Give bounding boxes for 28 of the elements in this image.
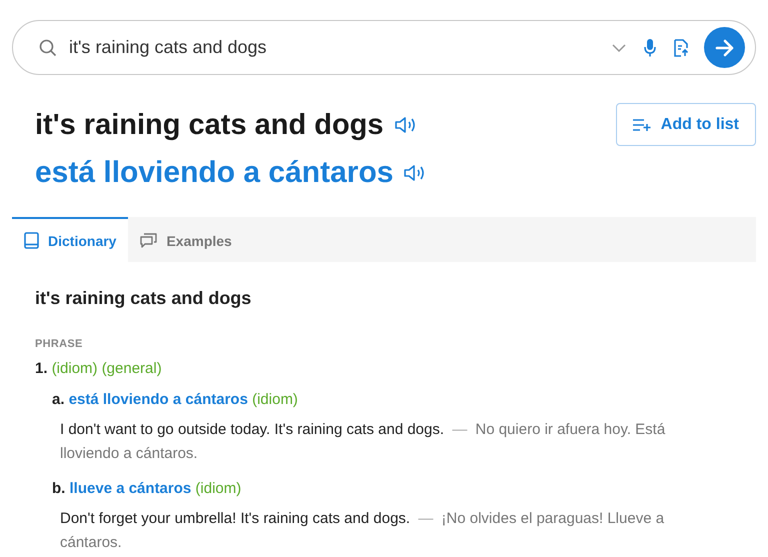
example-sentence: I don't want to go outside today. It's raining cats and dogs. — No quiero ir afuera hoy. Está lloviendo a cántaros. (60, 420, 666, 464)
submit-button[interactable] (704, 27, 745, 68)
translation-link[interactable]: llueve a cántaros (70, 480, 192, 497)
microphone-icon[interactable] (644, 38, 656, 56)
add-to-list-button[interactable]: Add to list (616, 103, 756, 146)
translation-letter: a. (52, 391, 65, 408)
speaker-icon[interactable] (394, 115, 418, 135)
tab[interactable]: Dictionary (12, 217, 128, 262)
sense-number: 1. (35, 360, 48, 377)
translation-tag: (idiom) (252, 391, 298, 408)
translation-tag: (idiom) (195, 480, 242, 497)
book-icon (24, 232, 39, 249)
arrow-right-icon (714, 38, 734, 56)
playlist-add-icon (632, 118, 651, 130)
chevron-down-icon[interactable] (612, 44, 626, 52)
translation-letter: b. (52, 480, 66, 497)
document-upload-icon[interactable] (674, 38, 689, 56)
translation-link[interactable]: está lloviendo a cántaros (68, 391, 248, 408)
translation-heading: está lloviendo a cántaros (35, 156, 394, 190)
part-of-speech: PHRASE (35, 338, 84, 350)
sense-tags: (idiom) (general) (52, 360, 162, 377)
search-field[interactable]: it's raining cats and dogs (12, 20, 756, 75)
search-icon (39, 38, 57, 56)
tab[interactable]: Examples (128, 217, 244, 262)
entry-title: it's raining cats and dogs (35, 288, 252, 309)
chat-bubbles-icon (140, 233, 158, 248)
headword: it's raining cats and dogs (35, 108, 384, 142)
example-sentence: Don't forget your umbrella! It's raining cats and dogs. — ¡No olvides el paraguas! Llueve a cántaros. (60, 509, 666, 553)
